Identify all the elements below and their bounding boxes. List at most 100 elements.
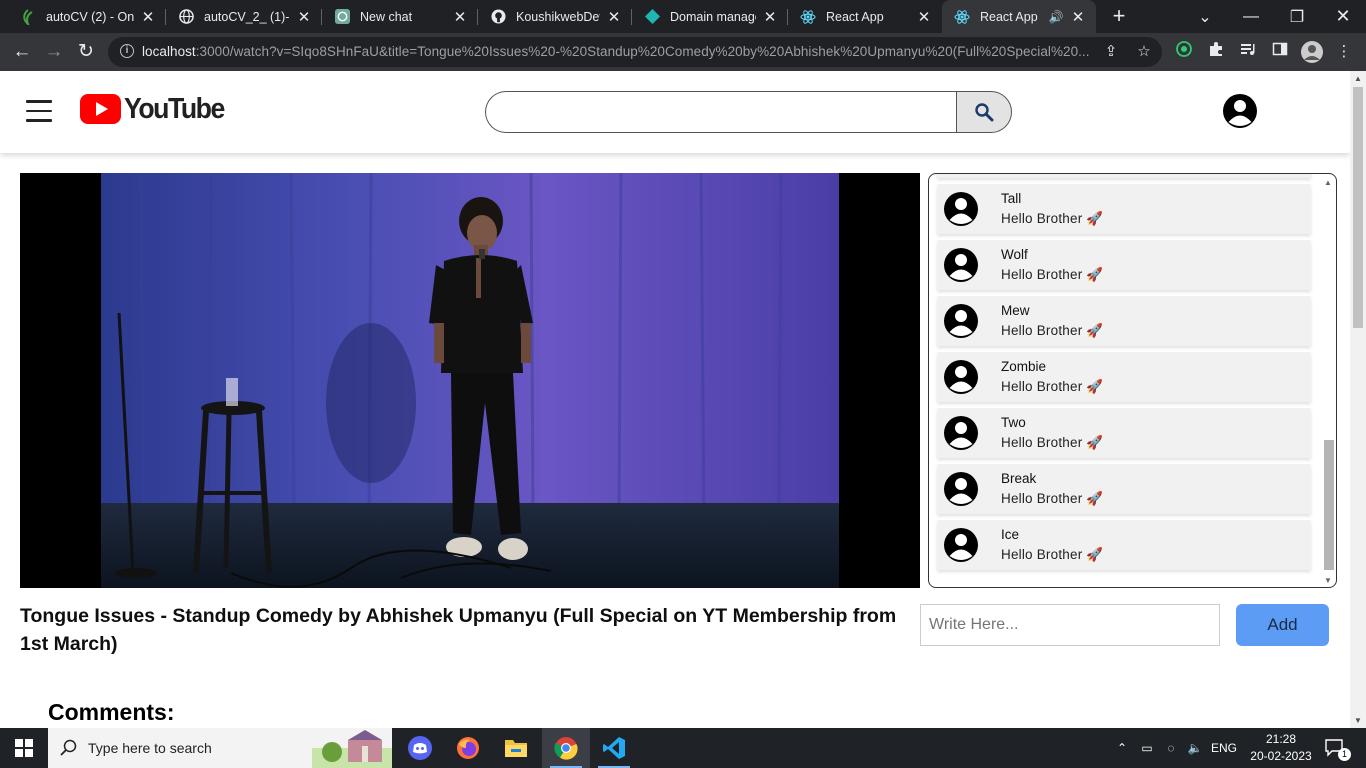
browser-toolbar: ← → ↻ i localhost:3000/watch?v=SIqo8SHnF… xyxy=(0,33,1366,71)
chat-scrollbar[interactable]: ▲ ▼ xyxy=(1322,178,1334,585)
close-tab-icon[interactable]: ✕ xyxy=(452,8,468,26)
list-item: Ice Hello Brother 🚀 xyxy=(937,520,1311,570)
chat-username: Two xyxy=(1001,415,1026,430)
new-tab-button[interactable]: + xyxy=(1106,5,1132,29)
media-control-icon[interactable] xyxy=(1237,41,1259,63)
page-scroll-thumb[interactable] xyxy=(1353,87,1363,328)
language-indicator[interactable]: ENG xyxy=(1208,728,1240,768)
close-tab-icon[interactable]: ✕ xyxy=(606,8,622,26)
live-chat-panel[interactable]: Tall Hello Brother 🚀 Wolf Hello Brother … xyxy=(928,173,1337,588)
chat-username: Zombie xyxy=(1001,359,1047,374)
close-window-button[interactable]: ✕ xyxy=(1320,0,1366,33)
video-title: Tongue Issues - Standup Comedy by Abhish… xyxy=(20,605,897,655)
profile-avatar-icon[interactable] xyxy=(1301,41,1323,63)
audio-playing-icon[interactable]: 🔊 xyxy=(1048,10,1064,24)
video-player[interactable] xyxy=(20,173,920,588)
chrome-app-icon[interactable] xyxy=(542,728,590,768)
search-highlight-illustration xyxy=(312,730,392,768)
chat-username: Mew xyxy=(1001,303,1030,318)
youtube-play-icon xyxy=(80,94,121,124)
scroll-down-arrow-icon[interactable]: ▼ xyxy=(1322,576,1334,585)
notification-center-icon[interactable]: 1 xyxy=(1320,728,1351,768)
network-icon[interactable]: ◌ xyxy=(1160,728,1182,768)
close-tab-icon[interactable]: ✕ xyxy=(762,8,778,26)
extensions-puzzle-icon[interactable] xyxy=(1205,41,1227,63)
list-item: Two Hello Brother 🚀 xyxy=(937,408,1311,458)
browser-tab[interactable]: autoCV (2) - Online ✕ xyxy=(8,0,166,33)
browser-tab[interactable]: Domain management ✕ xyxy=(632,0,788,33)
url-text[interactable]: localhost:3000/watch?v=SIqo8SHnFaU&title… xyxy=(142,44,1102,59)
chat-message-list[interactable]: Tall Hello Brother 🚀 Wolf Hello Brother … xyxy=(937,174,1311,576)
browser-tab[interactable]: New chat ✕ xyxy=(322,0,478,33)
list-item: Mew Hello Brother 🚀 xyxy=(937,296,1311,346)
globe-icon xyxy=(178,9,194,25)
browser-tab-strip: autoCV (2) - Online ✕ autoCV_2_ (1)-1. ✕… xyxy=(0,0,1366,33)
site-header: YouTube xyxy=(0,71,1350,153)
file-explorer-app-icon[interactable] xyxy=(492,728,540,768)
react-icon xyxy=(800,9,816,25)
search-icon xyxy=(975,103,994,122)
add-message-button[interactable]: Add xyxy=(1236,604,1329,646)
discord-app-icon[interactable] xyxy=(396,728,444,768)
user-avatar-icon xyxy=(944,248,978,282)
hamburger-menu-icon[interactable] xyxy=(26,100,52,122)
user-avatar-icon xyxy=(944,360,978,394)
browser-tab[interactable]: React App ✕ xyxy=(788,0,942,33)
chat-scroll-thumb[interactable] xyxy=(1324,440,1334,570)
comments-heading: Comments: xyxy=(48,699,175,725)
scroll-down-arrow-icon[interactable]: ▼ xyxy=(1350,716,1366,725)
vscode-app-icon[interactable] xyxy=(590,728,638,768)
browser-tab-active[interactable]: React App 🔊 ✕ xyxy=(942,0,1096,33)
reload-icon[interactable]: ↻ xyxy=(73,40,99,64)
search-input[interactable] xyxy=(485,91,957,133)
address-bar[interactable]: i localhost:3000/watch?v=SIqo8SHnFaU&tit… xyxy=(108,37,1162,67)
extension-target-icon[interactable] xyxy=(1173,41,1195,63)
close-tab-icon[interactable]: ✕ xyxy=(140,8,156,26)
forward-arrow-icon[interactable]: → xyxy=(41,40,67,64)
site-info-icon[interactable]: i xyxy=(120,44,134,58)
list-item: Zombie Hello Brother 🚀 xyxy=(937,352,1311,402)
list-item: Wolf Hello Brother 🚀 xyxy=(937,240,1311,290)
close-tab-icon[interactable]: ✕ xyxy=(296,8,312,26)
chat-username: Break xyxy=(1001,471,1037,486)
back-arrow-icon[interactable]: ← xyxy=(9,40,35,64)
chrome-menu-icon[interactable]: ⋮ xyxy=(1333,41,1355,63)
chat-username: Wolf xyxy=(1001,247,1028,262)
taskbar-search-box[interactable]: Type here to search xyxy=(48,728,392,768)
user-account-icon[interactable] xyxy=(1222,93,1258,129)
maximize-button[interactable]: ❐ xyxy=(1274,0,1320,33)
windows-start-button[interactable] xyxy=(0,728,48,768)
close-tab-icon[interactable]: ✕ xyxy=(1070,8,1086,26)
scroll-up-arrow-icon[interactable]: ▲ xyxy=(1322,178,1334,187)
video-frame xyxy=(101,173,839,588)
chat-message-input[interactable] xyxy=(920,604,1220,646)
user-avatar-icon xyxy=(944,416,978,450)
user-avatar-icon xyxy=(944,192,978,226)
show-hidden-icons-chevron-icon[interactable]: ⌃ xyxy=(1112,728,1132,768)
diamond-icon xyxy=(644,9,660,25)
scroll-up-arrow-icon[interactable]: ▲ xyxy=(1350,74,1366,83)
chat-text: Hello Brother 🚀 xyxy=(1001,435,1104,450)
firefox-app-icon[interactable] xyxy=(444,728,492,768)
share-icon[interactable]: ⇪ xyxy=(1100,41,1122,63)
chat-text: Hello Brother 🚀 xyxy=(1001,379,1104,394)
user-avatar-icon xyxy=(944,528,978,562)
side-panel-icon[interactable] xyxy=(1269,41,1291,63)
volume-icon[interactable]: 🔈 xyxy=(1184,728,1206,768)
list-item-partial xyxy=(937,174,1311,178)
web-page: YouTube Tall Hello Brother 🚀 Wolf Hello … xyxy=(0,71,1350,728)
system-clock[interactable]: 21:28 20-02-2023 xyxy=(1250,731,1312,765)
bookmark-star-icon[interactable]: ☆ xyxy=(1133,41,1155,63)
battery-icon[interactable]: ▭ xyxy=(1136,728,1158,768)
youtube-logo[interactable]: YouTube xyxy=(80,91,233,127)
chat-username: Ice xyxy=(1001,527,1020,542)
search-button[interactable] xyxy=(956,91,1012,133)
close-tab-icon[interactable]: ✕ xyxy=(916,8,932,26)
tab-search-chevron-icon[interactable]: ⌄ xyxy=(1182,0,1228,33)
list-item: Tall Hello Brother 🚀 xyxy=(937,184,1311,234)
page-scrollbar[interactable]: ▲ ▼ xyxy=(1350,71,1366,728)
minimize-button[interactable]: — xyxy=(1228,0,1274,33)
chatgpt-icon xyxy=(334,9,350,25)
browser-tab[interactable]: autoCV_2_ (1)-1. ✕ xyxy=(166,0,322,33)
browser-tab[interactable]: KoushikwebDev/ ✕ xyxy=(478,0,632,33)
